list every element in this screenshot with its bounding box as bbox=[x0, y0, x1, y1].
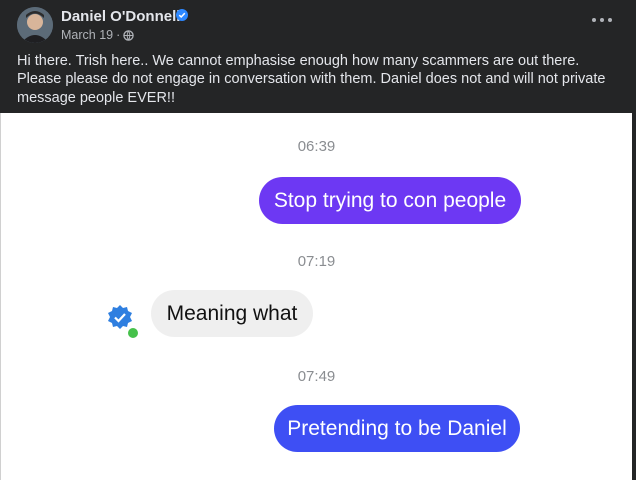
post-header: Daniel O'Donnell March 19 · bbox=[0, 0, 636, 44]
post-meta: March 19 · bbox=[61, 28, 135, 42]
message-timestamp: 07:49 bbox=[297, 368, 336, 385]
globe-icon bbox=[123, 29, 135, 41]
author-avatar[interactable] bbox=[17, 7, 53, 43]
received-message-bubble: Meaning what bbox=[151, 290, 313, 337]
more-options-icon[interactable] bbox=[592, 14, 612, 26]
chat-screenshot: 06:39 Stop trying to con people 07:19 Me… bbox=[0, 113, 632, 480]
meta-separator: · bbox=[116, 28, 121, 42]
message-timestamp: 06:39 bbox=[297, 138, 336, 155]
message-timestamp: 07:19 bbox=[297, 253, 336, 270]
post-text: Hi there. Trish here.. We cannot emphasi… bbox=[17, 53, 606, 106]
sent-message-bubble: Stop trying to con people bbox=[259, 177, 521, 224]
post-date[interactable]: March 19 bbox=[61, 28, 113, 42]
sent-message-bubble: Pretending to be Daniel bbox=[274, 405, 520, 452]
verified-badge-icon bbox=[176, 9, 188, 21]
online-status-icon bbox=[126, 326, 140, 340]
author-name[interactable]: Daniel O'Donnell bbox=[61, 8, 180, 25]
